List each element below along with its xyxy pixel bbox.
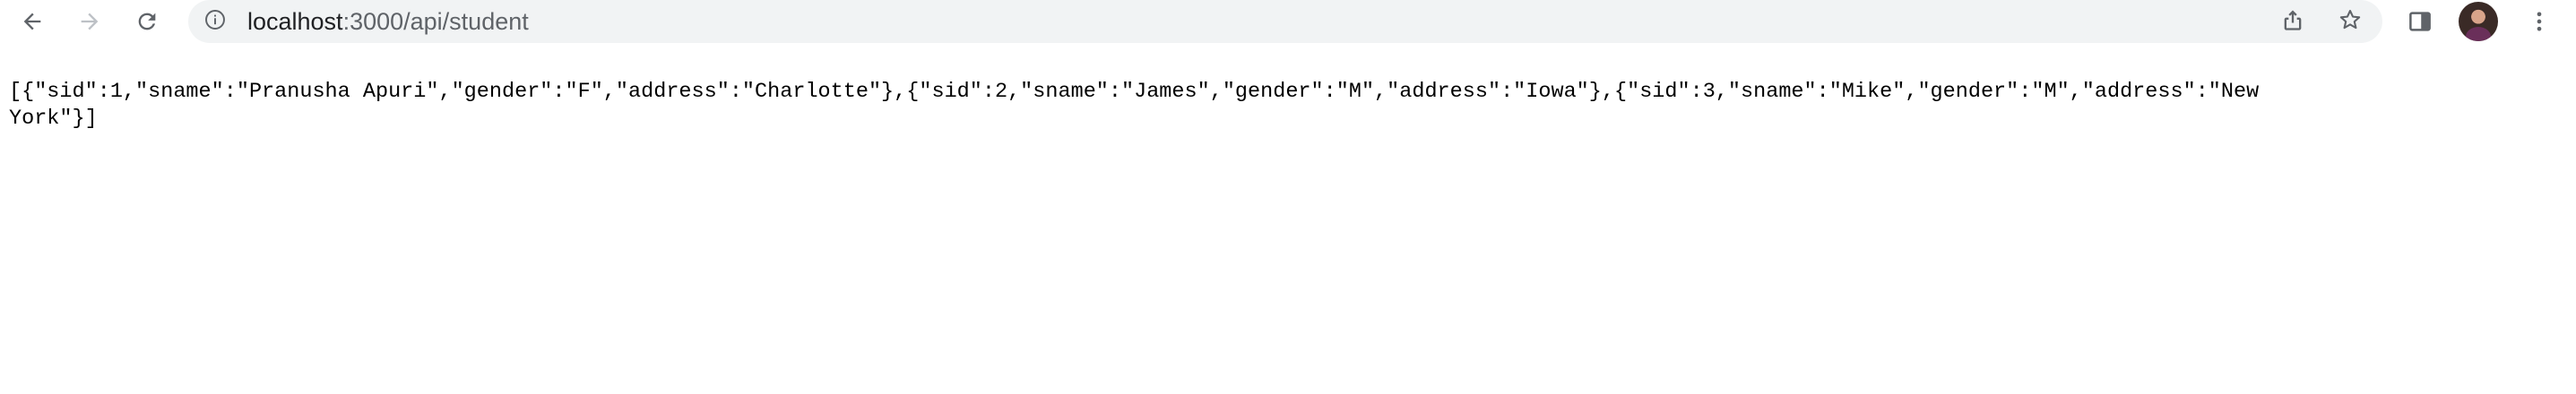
share-button[interactable] bbox=[2277, 5, 2309, 38]
browser-toolbar: localhost:3000/api/student bbox=[0, 0, 2576, 43]
side-panel-button[interactable] bbox=[2402, 4, 2438, 39]
arrow-right-icon bbox=[77, 9, 102, 34]
browser-menu-button[interactable] bbox=[2521, 4, 2557, 39]
profile-avatar[interactable] bbox=[2459, 2, 2498, 41]
forward-button[interactable] bbox=[72, 4, 108, 39]
kebab-menu-icon bbox=[2527, 9, 2552, 34]
star-icon bbox=[2338, 7, 2363, 37]
info-icon bbox=[203, 8, 227, 36]
share-icon bbox=[2280, 7, 2305, 37]
reload-icon bbox=[134, 9, 160, 34]
address-bar[interactable]: localhost:3000/api/student bbox=[188, 0, 2382, 43]
url-host: localhost bbox=[247, 8, 343, 35]
json-response-body: [{"sid":1,"sname":"Pranusha Apuri","gend… bbox=[9, 79, 2554, 133]
json-line: [{"sid":1,"sname":"Pranusha Apuri","gend… bbox=[9, 80, 2260, 104]
reload-button[interactable] bbox=[129, 4, 165, 39]
arrow-left-icon bbox=[20, 9, 45, 34]
site-info-button[interactable] bbox=[203, 9, 228, 34]
side-panel-icon bbox=[2407, 8, 2433, 35]
url-text[interactable]: localhost:3000/api/student bbox=[247, 0, 529, 43]
url-path: :3000/api/student bbox=[342, 8, 529, 35]
bookmark-button[interactable] bbox=[2334, 5, 2366, 38]
back-button[interactable] bbox=[14, 4, 50, 39]
json-line: York"}] bbox=[9, 107, 98, 131]
